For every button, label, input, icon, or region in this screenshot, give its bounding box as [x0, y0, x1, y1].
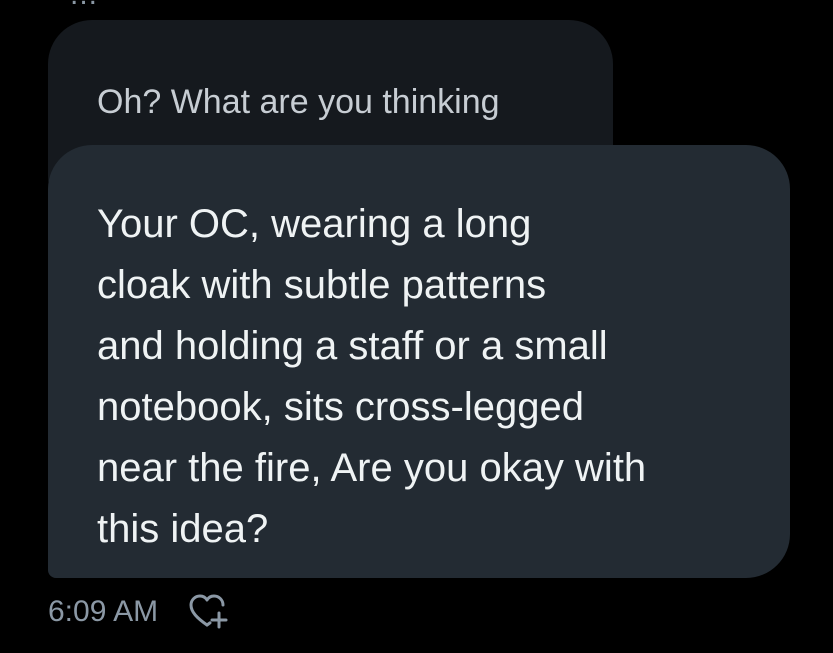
message-thread: ... Oh? What are you thinking Your OC, w… [0, 0, 833, 653]
heart-plus-icon [189, 594, 228, 629]
message-timestamp: 6:09 AM [48, 595, 159, 628]
message-bubble[interactable]: Your OC, wearing a long cloak with subtl… [48, 145, 790, 578]
previous-message-fragment: ... [70, 0, 98, 12]
add-reaction-button[interactable] [186, 592, 232, 632]
message-text: Your OC, wearing a long cloak with subtl… [97, 202, 647, 551]
message-meta: 6:09 AM [48, 592, 232, 632]
quoted-message-text: Oh? What are you thinking [97, 83, 500, 121]
